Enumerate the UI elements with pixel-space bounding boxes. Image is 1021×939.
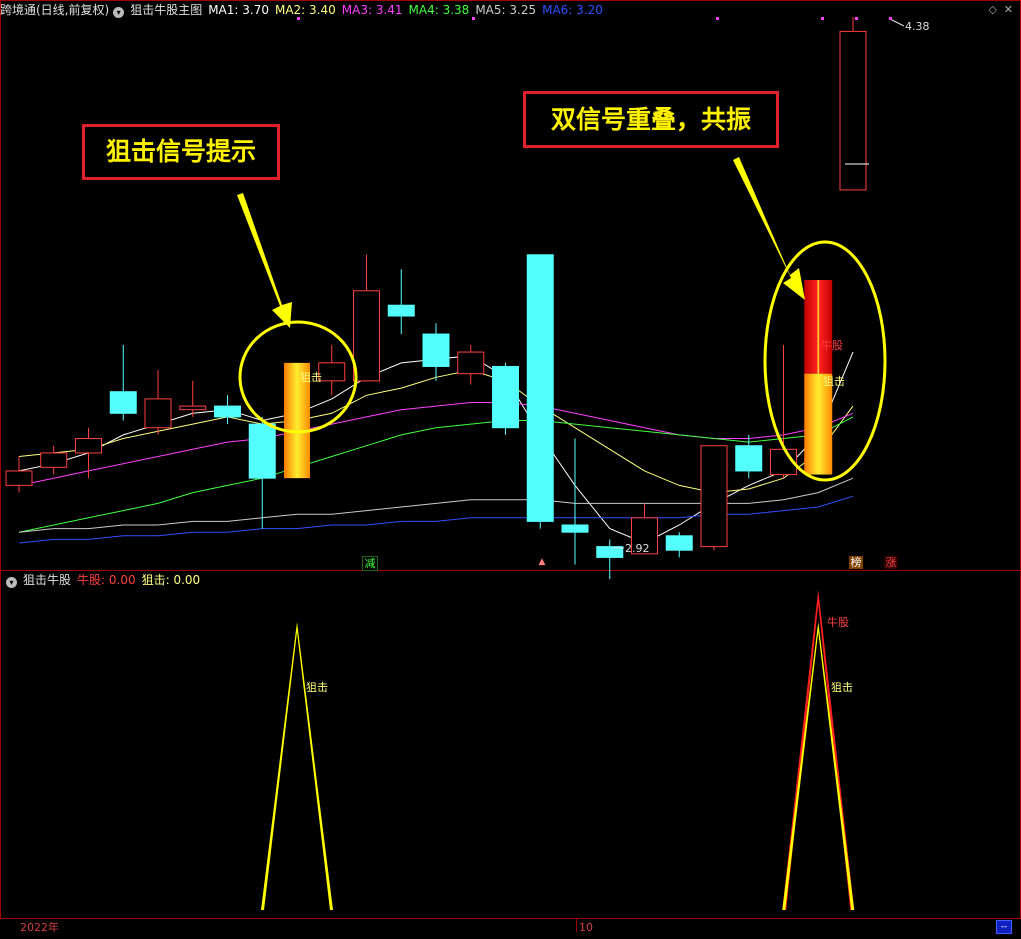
scroll-end-button[interactable]: --	[996, 920, 1012, 934]
up-triangle-icon: ▲	[538, 557, 546, 567]
niugu-signal-bar	[804, 280, 833, 374]
ma-line-ma3	[18, 402, 854, 486]
sub-indicator-peaks	[261, 590, 855, 910]
jian-marker[interactable]: 减	[362, 556, 378, 571]
sub-juji-label-right: 狙击	[831, 681, 853, 694]
candle-body	[248, 423, 276, 479]
juji-label-left: 狙击	[300, 371, 322, 384]
right-arrow	[733, 157, 805, 300]
x-axis-year: 2022年	[20, 921, 59, 934]
candle-body	[179, 405, 207, 411]
close-icon[interactable]: ✕	[1004, 3, 1013, 16]
candle-body	[561, 524, 589, 533]
candle-body	[353, 290, 380, 382]
candle-body	[492, 365, 519, 429]
candle-body	[387, 304, 415, 317]
left-arrow	[237, 193, 292, 328]
zhang-marker[interactable]: 涨	[884, 556, 898, 569]
x-axis-month: 10	[579, 921, 593, 934]
sub-chart-header: ▾ 狙击牛股 牛股: 0.00 狙击: 0.00	[0, 571, 206, 589]
juji-signal-bar	[804, 373, 833, 475]
candle-body	[109, 391, 137, 414]
candle-body	[5, 470, 33, 486]
ma-legend-item: MA2: 3.40	[274, 3, 336, 17]
high-pointer	[889, 18, 905, 27]
main-chart-header: 跨境通(日线,前复权) ▾ 狙击牛股主图 MA1: 3.70 MA2: 3.40 MA3:…	[0, 1, 615, 19]
ma-legend-item: MA4: 3.38	[408, 3, 470, 17]
candle-body	[665, 535, 693, 551]
stock-title[interactable]: 跨境通(日线,前复权)	[0, 3, 109, 17]
juji-peak	[782, 622, 855, 910]
ma-legend-item: MA1: 3.70	[208, 3, 269, 17]
candle-body	[457, 351, 485, 375]
candle-body	[526, 254, 554, 522]
diamond-icon[interactable]: ◇	[989, 3, 997, 16]
juji-label-right: 狙击	[823, 375, 845, 388]
sub-niugu-label-right: 牛股	[827, 615, 849, 629]
sub-indicator-name[interactable]: 狙击牛股	[23, 573, 71, 587]
juji-peak	[261, 622, 333, 910]
niugu-peak	[782, 590, 855, 910]
bang-marker[interactable]: 榜	[849, 556, 863, 569]
high-price-label: 4.38	[905, 20, 930, 33]
niugu-label-right: 牛股	[821, 338, 843, 352]
sub-juji-label-left: 狙击	[306, 681, 328, 694]
main-indicator-name[interactable]: 狙击牛股主图	[130, 3, 202, 17]
indicator-menu-icon[interactable]: ▾	[113, 7, 125, 18]
candle-body	[735, 445, 763, 472]
low-price-label: 2.92	[625, 542, 650, 555]
niugu-value: 牛股: 0.00	[77, 573, 136, 587]
candle-body	[144, 398, 172, 429]
left-callout: 狙击信号提示	[82, 124, 280, 180]
right-callout: 双信号重叠，共振	[523, 91, 779, 148]
ma-line-ma2	[18, 369, 854, 494]
ma-legend: MA1: 3.70 MA2: 3.40 MA3: 3.41 MA4: 3.38 MA5:…	[208, 3, 609, 17]
ma-line-ma5	[18, 477, 854, 533]
ma-legend-item: MA6: 3.20	[542, 3, 603, 17]
candle-body	[422, 333, 450, 367]
candle-body	[700, 445, 728, 548]
ma-legend-item: MA3: 3.41	[341, 3, 403, 17]
juji-value: 狙击: 0.00	[141, 573, 201, 587]
candle-body	[839, 30, 867, 191]
candle-body	[318, 362, 346, 382]
candle-body	[214, 405, 241, 418]
candle-body	[40, 452, 68, 468]
sub-indicator-menu-icon[interactable]: ▾	[6, 577, 17, 588]
candle-body	[75, 438, 102, 454]
ma-legend-item: MA5: 3.25	[475, 3, 537, 17]
